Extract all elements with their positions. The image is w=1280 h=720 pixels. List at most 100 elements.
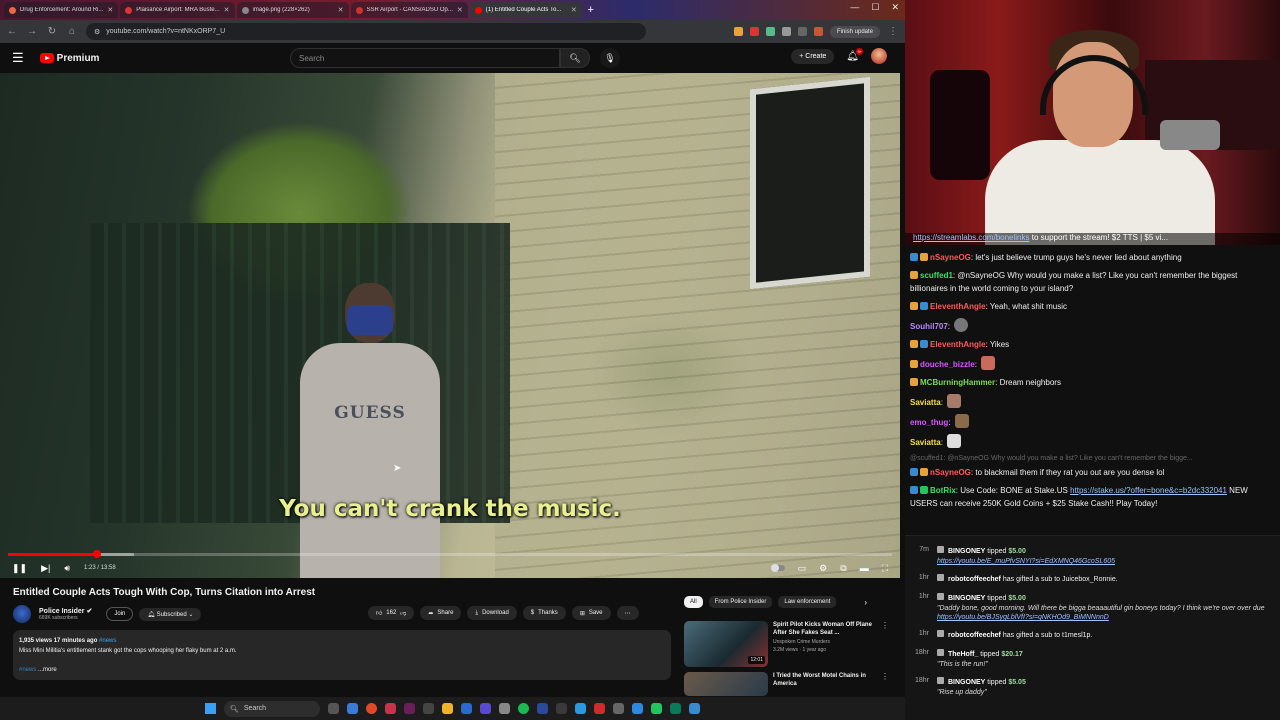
home-icon[interactable]: ⌂ xyxy=(66,26,78,37)
youtube-logo[interactable]: Premium xyxy=(39,53,99,64)
recommended-title[interactable]: I Tried the Worst Motel Chains in Americ… xyxy=(773,672,873,688)
back-icon[interactable]: ← xyxy=(6,26,18,37)
extension-icon[interactable] xyxy=(765,27,775,36)
progress-bar[interactable] xyxy=(8,550,892,558)
chat-username[interactable]: Souhil707 xyxy=(910,322,948,331)
app-icon[interactable] xyxy=(480,703,491,714)
create-button[interactable]: + Create xyxy=(791,48,835,64)
channel-avatar[interactable] xyxy=(13,605,31,623)
more-options-icon[interactable]: ⋮ xyxy=(881,621,889,667)
more-actions-button[interactable]: ⋯ xyxy=(616,606,639,620)
maximize-icon[interactable]: ☐ xyxy=(871,2,879,13)
video-player[interactable]: GUESS You can't crank the music. ➤ ❚❚ ▶|… xyxy=(0,73,900,578)
chat-username[interactable]: EleventhAngle xyxy=(930,340,986,349)
app-icon[interactable] xyxy=(537,703,548,714)
chat-username[interactable]: EleventhAngle xyxy=(930,302,986,311)
extension-icon[interactable] xyxy=(733,27,743,36)
chat-username[interactable]: nSayneOG xyxy=(930,253,971,262)
close-window-icon[interactable]: ✕ xyxy=(891,2,899,13)
app-icon[interactable] xyxy=(347,703,358,714)
chat-username[interactable]: nSayneOG xyxy=(930,468,971,477)
new-tab-icon[interactable]: + xyxy=(584,4,598,16)
obs-icon[interactable] xyxy=(404,703,415,714)
recommended-video[interactable]: 12:01 Spirit Pilot Kicks Woman Off Plane… xyxy=(684,621,889,667)
menu-icon[interactable]: ☰ xyxy=(12,50,24,66)
app-icon[interactable] xyxy=(499,703,510,714)
taskbar-search[interactable]: 🔍︎ Search xyxy=(224,700,320,717)
fullscreen-icon[interactable]: ⛶ xyxy=(882,563,888,574)
finish-update-button[interactable]: Finish update xyxy=(829,25,880,38)
hashtag-link[interactable]: #news xyxy=(19,667,36,673)
chat-username[interactable]: scuffed1 xyxy=(920,271,953,280)
app-icon[interactable] xyxy=(613,703,624,714)
spotify-icon[interactable] xyxy=(518,703,529,714)
account-avatar[interactable] xyxy=(871,48,887,64)
extension-icon[interactable] xyxy=(749,27,759,36)
chat-username[interactable]: Saviatta xyxy=(910,398,941,407)
folder-icon[interactable] xyxy=(442,703,453,714)
reload-icon[interactable]: ↻ xyxy=(46,26,58,37)
thumbs-down-icon[interactable]: 👎︎ xyxy=(400,609,406,617)
windows-start-icon[interactable] xyxy=(205,703,216,714)
voice-search-button[interactable]: 🎙︎ xyxy=(600,48,620,68)
chip-all[interactable]: All xyxy=(684,596,703,608)
minimize-icon[interactable]: — xyxy=(850,2,859,13)
chat-username[interactable]: MCBurningHammer xyxy=(920,378,995,387)
app-icon[interactable] xyxy=(385,703,396,714)
site-info-icon[interactable]: ⚙ xyxy=(94,28,100,36)
app-icon[interactable] xyxy=(423,703,434,714)
chip-from-channel[interactable]: From Police Insider xyxy=(708,596,773,608)
video-thumbnail[interactable]: 12:01 xyxy=(684,621,768,667)
hashtag-link[interactable]: #news xyxy=(99,638,116,644)
browser-tab-active[interactable]: (1) Entitled Couple Acts To... ✕ xyxy=(469,2,582,18)
like-button[interactable]: 👍︎ 162 👎︎ xyxy=(368,606,415,620)
close-tab-icon[interactable]: ✕ xyxy=(338,6,344,14)
next-icon[interactable]: ▶| xyxy=(41,563,50,574)
app-icon[interactable] xyxy=(689,703,700,714)
settings-icon[interactable]: ⚙ xyxy=(819,563,827,574)
chip-law-enforcement[interactable]: Law enforcement xyxy=(778,596,837,608)
app-icon[interactable] xyxy=(632,703,643,714)
save-button[interactable]: ⊞ Save xyxy=(571,606,611,620)
chat-username[interactable]: douche_bizzle xyxy=(920,360,975,369)
pause-icon[interactable]: ❚❚ xyxy=(12,563,27,574)
extension-icon[interactable] xyxy=(797,27,807,36)
download-button[interactable]: ⤓ Download xyxy=(467,606,517,620)
subscribed-button[interactable]: 🔔︎ Subscribed ⌄ xyxy=(139,607,202,621)
description-box[interactable]: 1,935 views 17 minutes ago #news Miss Mi… xyxy=(13,630,671,680)
search-button[interactable]: 🔍︎ xyxy=(560,48,590,68)
search-input[interactable]: Search xyxy=(290,48,560,68)
more-options-icon[interactable]: ⋮ xyxy=(881,672,889,696)
profile-icon[interactable] xyxy=(813,27,823,36)
recommended-title[interactable]: Spirit Pilot Kicks Woman Off Plane After… xyxy=(773,621,873,637)
subtitles-icon[interactable]: ▭ xyxy=(798,563,807,574)
notifications-button[interactable]: 🔔︎ 9+ xyxy=(846,47,863,62)
browser-tab[interactable]: Plaisance Airport: MRA Buste... ✕ xyxy=(120,2,235,18)
extension-icon[interactable] xyxy=(781,27,791,36)
app-icon[interactable] xyxy=(651,703,662,714)
recommended-video[interactable]: I Tried the Worst Motel Chains in Americ… xyxy=(684,672,889,696)
channel-name[interactable]: Police Insider xyxy=(39,608,85,615)
video-thumbnail[interactable] xyxy=(684,672,768,696)
task-view-icon[interactable] xyxy=(328,703,339,714)
chat-username[interactable]: Saviatta xyxy=(910,438,941,447)
app-icon[interactable] xyxy=(461,703,472,714)
miniplayer-icon[interactable]: ⧉ xyxy=(840,563,846,574)
url-field[interactable]: ⚙ youtube.com/watch?v=ntNKxORP7_U xyxy=(86,23,646,40)
tip-link[interactable]: https://youtu.be/BJSygLblVfI?si=qNKHOd9_… xyxy=(937,614,1109,621)
chrome-icon[interactable] xyxy=(366,703,377,714)
forward-icon[interactable]: → xyxy=(26,26,38,37)
autoplay-toggle[interactable] xyxy=(770,564,785,572)
app-icon[interactable] xyxy=(556,703,567,714)
show-more-link[interactable]: ...more xyxy=(38,667,57,673)
close-tab-icon[interactable]: ✕ xyxy=(571,6,577,14)
browser-tab[interactable]: image.png (228×262) ✕ xyxy=(236,2,349,18)
close-tab-icon[interactable]: ✕ xyxy=(224,6,230,14)
chevron-right-icon[interactable]: › xyxy=(864,598,867,607)
app-icon[interactable] xyxy=(594,703,605,714)
browser-tab[interactable]: SSR Airport - CANS/ADSU Op... ✕ xyxy=(350,2,468,18)
browser-menu-icon[interactable]: ⋮ xyxy=(887,26,899,37)
browser-tab[interactable]: Drug Enforcement: Around Ri... ✕ xyxy=(4,2,119,18)
chat-username[interactable]: emo_thug xyxy=(910,418,948,427)
app-icon[interactable] xyxy=(575,703,586,714)
